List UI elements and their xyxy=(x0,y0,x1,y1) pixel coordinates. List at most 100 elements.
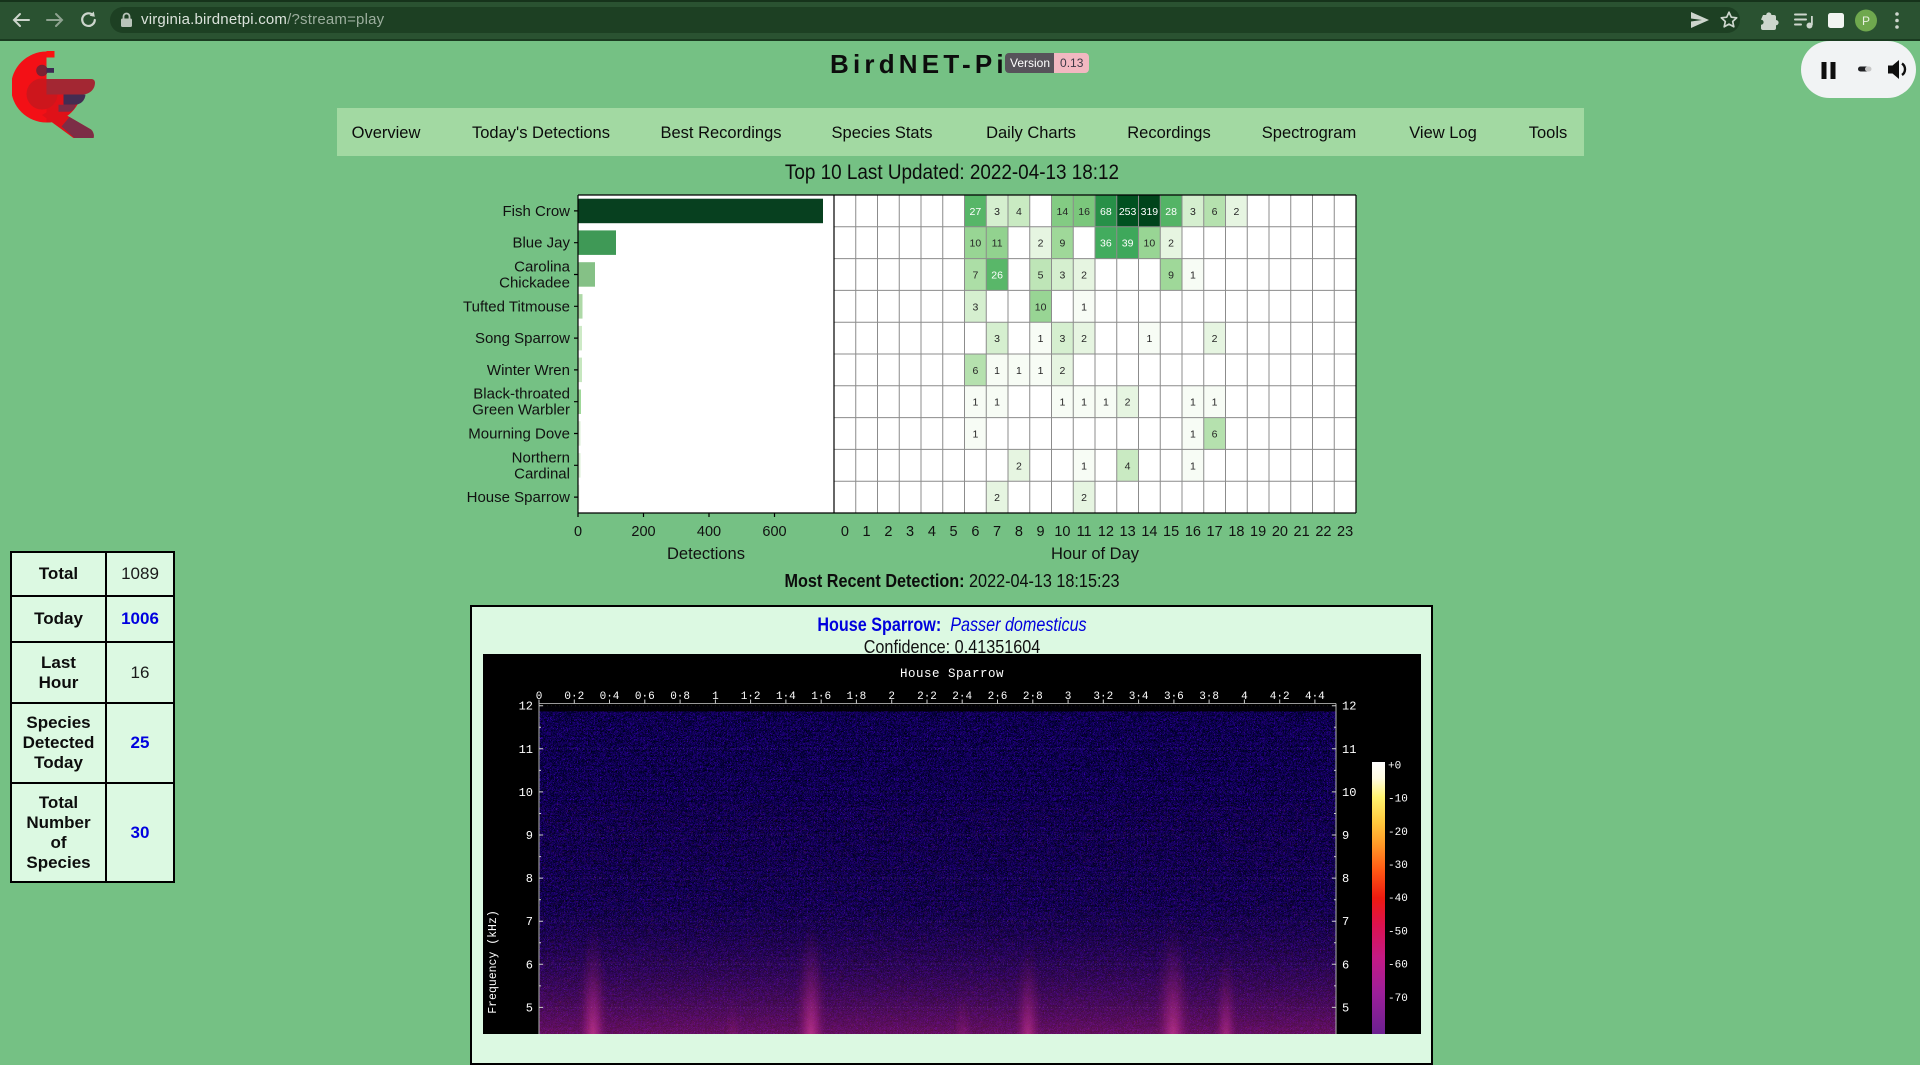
svg-text:10: 10 xyxy=(970,238,982,250)
svg-text:16: 16 xyxy=(1078,206,1090,218)
svg-text:9: 9 xyxy=(526,829,533,843)
svg-text:17: 17 xyxy=(1207,524,1223,540)
svg-text:P: P xyxy=(1862,14,1870,28)
svg-text:10: 10 xyxy=(1144,238,1156,250)
svg-text:1: 1 xyxy=(863,524,871,540)
svg-text:6: 6 xyxy=(526,958,533,972)
svg-text:1: 1 xyxy=(994,397,1000,409)
svg-text:Chickadee: Chickadee xyxy=(499,275,570,292)
svg-text:5: 5 xyxy=(1038,270,1044,282)
svg-text:-60: -60 xyxy=(1388,960,1408,972)
svg-text:16: 16 xyxy=(1185,524,1201,540)
svg-text:253: 253 xyxy=(1119,206,1137,218)
svg-text:2: 2 xyxy=(1038,238,1044,250)
svg-text:9: 9 xyxy=(1037,524,1045,540)
svg-text:12: 12 xyxy=(519,700,533,714)
svg-text:11: 11 xyxy=(1342,743,1356,757)
svg-text:+0: +0 xyxy=(1388,760,1401,772)
svg-text:36: 36 xyxy=(1100,238,1112,250)
svg-text:House Sparrow: House Sparrow xyxy=(900,667,1004,681)
svg-text:20: 20 xyxy=(1272,524,1288,540)
svg-text:200: 200 xyxy=(631,524,655,540)
svg-text:13: 13 xyxy=(1120,524,1136,540)
svg-text:6: 6 xyxy=(1342,958,1349,972)
svg-text:14: 14 xyxy=(1057,206,1069,218)
svg-text:21: 21 xyxy=(1294,524,1310,540)
svg-text:3: 3 xyxy=(994,206,1000,218)
svg-text:14: 14 xyxy=(1141,524,1157,540)
svg-text:0: 0 xyxy=(841,524,849,540)
svg-text:1: 1 xyxy=(1038,365,1044,377)
svg-text:1: 1 xyxy=(1038,333,1044,345)
svg-text:0: 0 xyxy=(574,524,582,540)
svg-text:3: 3 xyxy=(1059,333,1065,345)
svg-text:Black-throated: Black-throated xyxy=(473,386,570,403)
svg-text:1: 1 xyxy=(1059,397,1065,409)
svg-text:11: 11 xyxy=(519,743,533,757)
svg-text:5: 5 xyxy=(950,524,958,540)
svg-text:1: 1 xyxy=(1103,397,1109,409)
svg-text:3: 3 xyxy=(972,301,978,313)
svg-text:12: 12 xyxy=(1342,700,1356,714)
svg-text:10: 10 xyxy=(1054,524,1070,540)
svg-text:26: 26 xyxy=(991,270,1003,282)
svg-text:8: 8 xyxy=(1342,872,1349,886)
svg-text:-50: -50 xyxy=(1388,926,1408,938)
svg-text:3: 3 xyxy=(1190,206,1196,218)
svg-text:10: 10 xyxy=(1035,301,1047,313)
svg-text:5: 5 xyxy=(1342,1001,1349,1015)
svg-text:-40: -40 xyxy=(1388,893,1408,905)
svg-text:11: 11 xyxy=(1077,524,1092,540)
svg-text:39: 39 xyxy=(1122,238,1134,250)
svg-text:1: 1 xyxy=(1081,301,1087,313)
svg-text:1: 1 xyxy=(994,365,1000,377)
svg-text:Detections: Detections xyxy=(667,545,745,563)
svg-text:8: 8 xyxy=(1015,524,1023,540)
svg-text:18: 18 xyxy=(1228,524,1244,540)
svg-text:1: 1 xyxy=(1146,333,1152,345)
svg-text:Frequency (kHz): Frequency (kHz) xyxy=(487,910,500,1014)
svg-text:2: 2 xyxy=(1059,365,1065,377)
svg-text:2: 2 xyxy=(1081,270,1087,282)
svg-text:Song Sparrow: Song Sparrow xyxy=(475,330,570,347)
svg-text:1: 1 xyxy=(1016,365,1022,377)
svg-text:Hour of Day: Hour of Day xyxy=(1051,545,1140,563)
svg-text:2: 2 xyxy=(994,492,1000,504)
svg-text:9: 9 xyxy=(1342,829,1349,843)
svg-text:2: 2 xyxy=(1125,397,1131,409)
svg-text:22: 22 xyxy=(1315,524,1331,540)
svg-text:-10: -10 xyxy=(1388,794,1408,806)
svg-text:Cardinal: Cardinal xyxy=(514,465,570,482)
svg-text:1: 1 xyxy=(972,397,978,409)
svg-text:Carolina: Carolina xyxy=(514,259,571,276)
svg-text:Blue Jay: Blue Jay xyxy=(512,235,570,252)
svg-text:Mourning Dove: Mourning Dove xyxy=(468,426,570,443)
svg-text:1: 1 xyxy=(1190,397,1196,409)
svg-text:27: 27 xyxy=(970,206,982,218)
svg-text:600: 600 xyxy=(762,524,786,540)
svg-text:11: 11 xyxy=(992,238,1003,250)
svg-text:Fish Crow: Fish Crow xyxy=(502,203,570,220)
svg-text:2: 2 xyxy=(1168,238,1174,250)
svg-text:-70: -70 xyxy=(1388,993,1408,1005)
svg-text:1: 1 xyxy=(1190,270,1196,282)
svg-text:House Sparrow: House Sparrow xyxy=(467,489,571,506)
svg-text:9: 9 xyxy=(1168,270,1174,282)
svg-text:1: 1 xyxy=(1190,429,1196,441)
svg-text:12: 12 xyxy=(1098,524,1114,540)
svg-text:-30: -30 xyxy=(1388,860,1408,872)
svg-text:1: 1 xyxy=(972,429,978,441)
svg-text:8: 8 xyxy=(526,872,533,886)
svg-text:4: 4 xyxy=(1125,460,1131,472)
svg-text:10: 10 xyxy=(519,786,533,800)
svg-text:2: 2 xyxy=(1081,333,1087,345)
svg-text:6: 6 xyxy=(971,524,979,540)
svg-text:3: 3 xyxy=(906,524,914,540)
svg-text:1: 1 xyxy=(1081,397,1087,409)
svg-text:2: 2 xyxy=(884,524,892,540)
svg-text:400: 400 xyxy=(697,524,721,540)
svg-text:2: 2 xyxy=(1233,206,1239,218)
svg-text:9: 9 xyxy=(1059,238,1065,250)
svg-text:7: 7 xyxy=(993,524,1001,540)
svg-text:Winter Wren: Winter Wren xyxy=(487,362,570,379)
